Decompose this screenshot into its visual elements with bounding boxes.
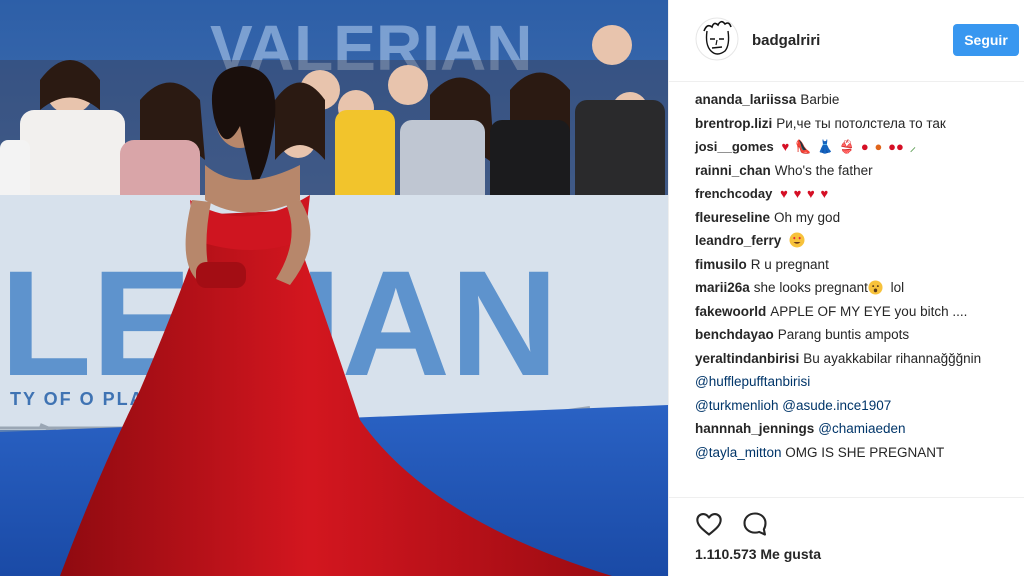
- comment: marii26a she looks pregnant lol: [695, 276, 1013, 300]
- comment-text: R u pregnant: [750, 256, 829, 272]
- comment-text: she looks pregnant: [753, 280, 868, 295]
- comment-username[interactable]: marii26a: [695, 280, 750, 295]
- comment-username[interactable]: brentrop.lizi: [695, 116, 772, 131]
- comment: fleureseline Oh my god: [695, 206, 1013, 230]
- like-heart-icon[interactable]: [695, 510, 723, 538]
- follow-button[interactable]: Seguir: [953, 24, 1019, 56]
- comment-username[interactable]: ananda_lariissa: [695, 92, 796, 107]
- comment-text: Ри,че ты потолстела то так: [776, 115, 946, 131]
- comment-mention[interactable]: @chamiaeden: [818, 421, 905, 436]
- comment-text: Oh my god: [774, 209, 841, 225]
- comment-username[interactable]: yeraltindanbirisi: [695, 351, 799, 366]
- sketch-face-avatar-icon: [695, 17, 739, 61]
- pepper-emoji-icon: ⸝: [909, 139, 917, 154]
- dress-emoji-icon: 👗: [816, 139, 834, 154]
- comment-mention[interactable]: @turkmenlioh: [695, 398, 779, 413]
- post-sidebar: badgalriri Seguir ananda_lariissa Barbie …: [668, 0, 1024, 576]
- comment-mention[interactable]: @tayla_mitton: [695, 445, 782, 460]
- comment-username[interactable]: hannnah_jennings: [695, 421, 814, 436]
- comment-text: Parang buntis ampots: [777, 327, 910, 342]
- peach-emoji-icon: ●: [874, 139, 883, 154]
- comment: josi__gomes ♥ 👠 👗 👙 ● ● ●● ⸝: [695, 135, 1013, 159]
- surprised-face-emoji-icon: [868, 280, 883, 295]
- likes-count[interactable]: 1.110.573 Me gusta: [695, 546, 821, 562]
- cherries-emoji-icon: ●●: [888, 139, 904, 154]
- heart-emoji-icon: ♥: [820, 186, 829, 201]
- heart-emoji-icon: ♥: [781, 139, 790, 154]
- comment-text: OMG IS SHE PREGNANT: [785, 444, 945, 460]
- comment-text: Bu ayakkabilar rihannağğğnin: [803, 350, 982, 366]
- bikini-emoji-icon: 👙: [838, 139, 856, 154]
- post-image: VALERIAN TY OF O PLANETS: [0, 0, 668, 576]
- comment-username[interactable]: fleureseline: [695, 210, 770, 225]
- comment: brentrop.lizi Ри,че ты потолстела то так: [695, 112, 1013, 136]
- high-heel-emoji-icon: 👠: [795, 139, 812, 154]
- post-header: badgalriri Seguir: [669, 0, 1024, 82]
- post-actions: 1.110.573 Me gusta: [669, 497, 1024, 576]
- comment: frenchcoday ♥ ♥ ♥ ♥: [695, 182, 1013, 206]
- comment-text-suffix: lol: [890, 280, 905, 295]
- comment: fakewoorld APPLE OF MY EYE you bitch ....: [695, 300, 1013, 324]
- comment-text: APPLE OF MY EYE you bitch ....: [770, 303, 968, 319]
- comment: rainni_chan Who's the father: [695, 159, 1013, 183]
- avatar[interactable]: [695, 17, 739, 61]
- comment: leandro_ferry: [695, 229, 1013, 253]
- comment: ananda_lariissa Barbie: [695, 88, 1013, 112]
- comment: yeraltindanbirisi Bu ayakkabilar rihannağ…: [695, 347, 1013, 418]
- comment-text: Who's the father: [774, 162, 873, 178]
- comment-bubble-icon[interactable]: [741, 510, 769, 538]
- comment-username[interactable]: frenchcoday: [695, 182, 772, 206]
- comment-username[interactable]: josi__gomes: [695, 135, 774, 159]
- tomato-emoji-icon: ●: [860, 139, 869, 154]
- heart-eyes-emoji-icon: [789, 232, 805, 248]
- heart-emoji-icon: ♥: [793, 186, 802, 201]
- heart-emoji-icon: ♥: [807, 186, 815, 201]
- comment-username[interactable]: leandro_ferry: [695, 233, 781, 248]
- heart-emoji-icon: ♥: [780, 186, 788, 201]
- comment: benchdayao Parang buntis ampots: [695, 323, 1013, 347]
- comment-text: Barbie: [800, 92, 840, 107]
- comment: fimusilo R u pregnant: [695, 253, 1013, 277]
- comment-username[interactable]: fakewoorld: [695, 304, 766, 319]
- comments-list: ananda_lariissa Barbie brentrop.lizi Ри,че…: [695, 88, 1013, 464]
- post-photo[interactable]: VALERIAN TY OF O PLANETS: [0, 0, 668, 576]
- author-username[interactable]: badgalriri: [752, 32, 820, 49]
- comment-username[interactable]: rainni_chan: [695, 163, 771, 178]
- comment-mention[interactable]: @asude.ince1907: [782, 398, 891, 413]
- comment-mention[interactable]: @hufflepufftanbirisi: [695, 374, 810, 389]
- comment-username[interactable]: benchdayao: [695, 327, 774, 342]
- comment: hannnah_jennings @chamiaeden @tayla_mitto…: [695, 417, 1013, 464]
- comment-username[interactable]: fimusilo: [695, 257, 747, 272]
